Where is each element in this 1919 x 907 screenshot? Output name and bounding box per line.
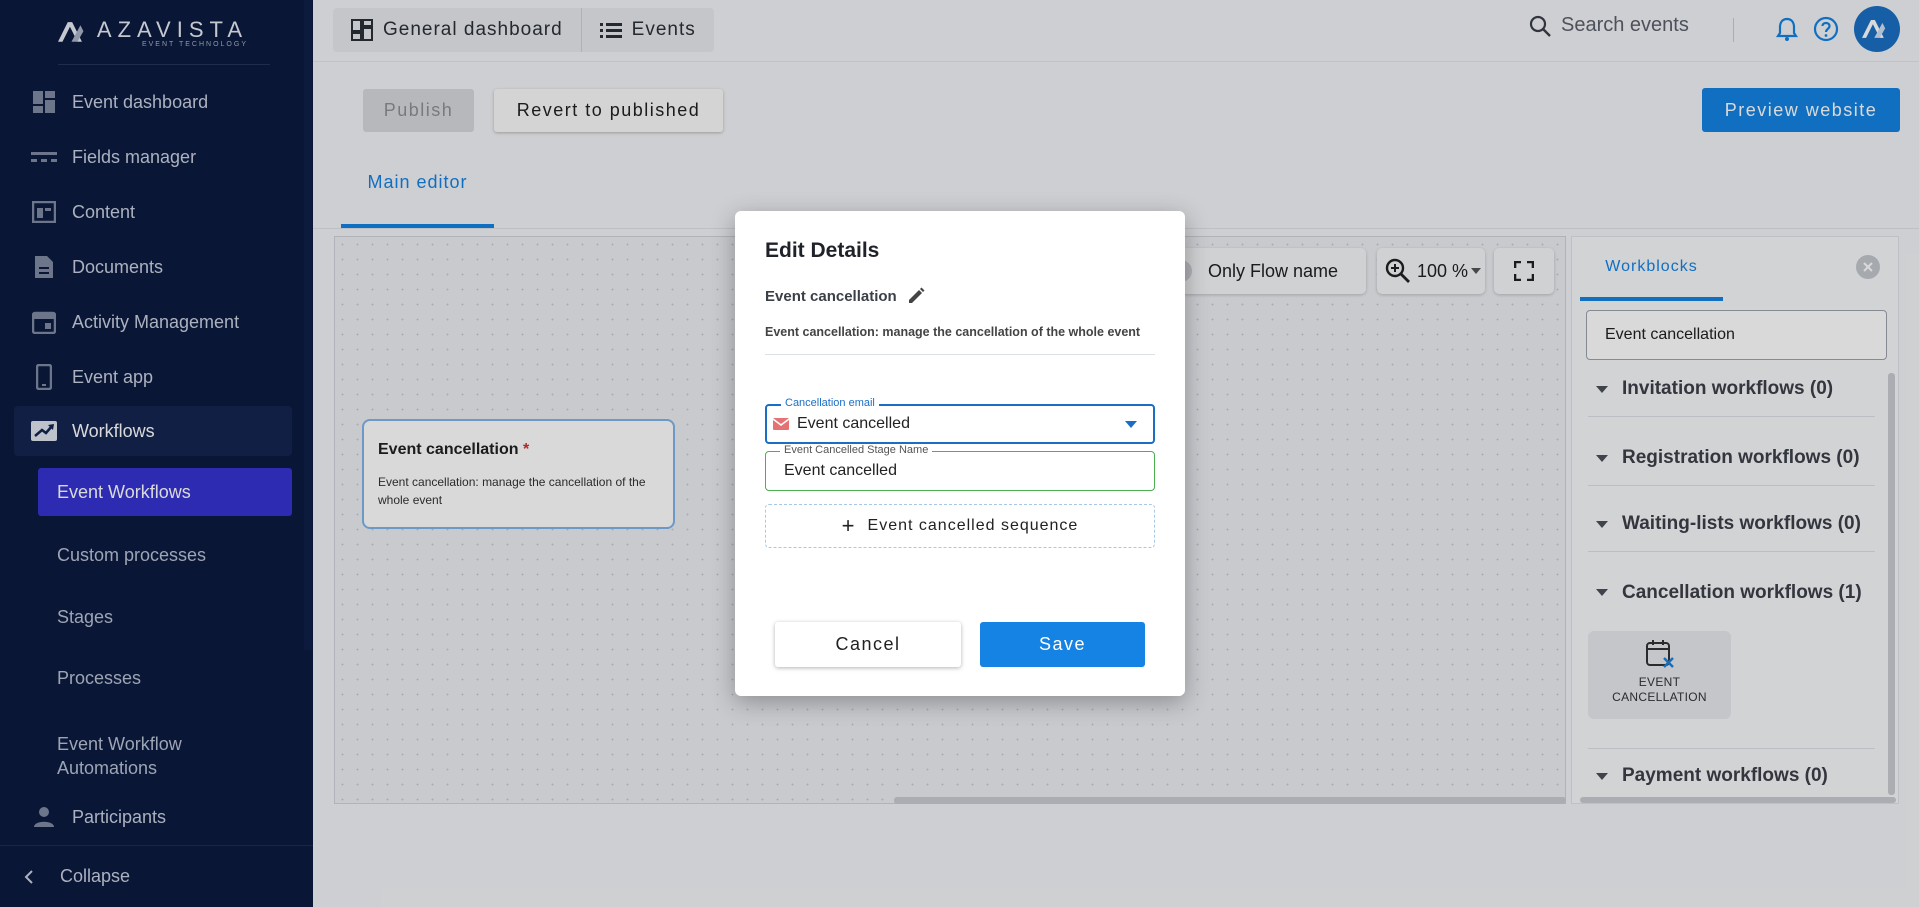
select-value: Event cancelled	[797, 415, 910, 432]
dialog-divider	[765, 354, 1155, 355]
add-sequence-label: Event cancelled sequence	[867, 517, 1079, 534]
chevron-down-icon	[1125, 421, 1137, 428]
field-value: Event cancelled	[784, 462, 897, 479]
edit-pencil-icon[interactable]	[907, 287, 925, 305]
field-legend: Event Cancelled Stage Name	[780, 444, 933, 456]
mail-icon	[773, 418, 789, 430]
save-button[interactable]: Save	[980, 622, 1145, 667]
dialog-title: Edit Details	[765, 239, 880, 262]
select-legend: Cancellation email	[781, 397, 879, 409]
add-sequence-button[interactable]: + Event cancelled sequence	[765, 504, 1155, 548]
edit-details-dialog: Edit Details Event cancellation Event ca…	[735, 211, 1185, 696]
plus-icon: +	[841, 513, 856, 538]
dialog-subtitle: Event cancellation	[765, 287, 925, 305]
dialog-description: Event cancellation: manage the cancellat…	[765, 325, 1141, 339]
cancellation-email-select[interactable]: Cancellation email Event cancelled	[765, 397, 1155, 444]
dialog-subtitle-text: Event cancellation	[765, 287, 897, 305]
cancel-button[interactable]: Cancel	[775, 622, 961, 667]
stage-name-field[interactable]: Event Cancelled Stage Name Event cancell…	[765, 444, 1155, 491]
